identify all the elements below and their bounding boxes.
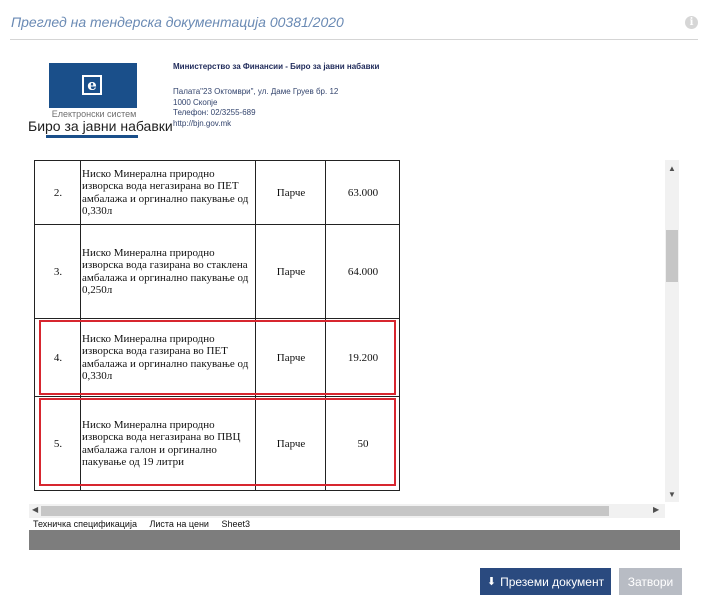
highlight-row-4 xyxy=(39,320,396,395)
scroll-right-icon[interactable]: ▶ xyxy=(653,505,659,514)
horizontal-scroll-thumb[interactable] xyxy=(41,506,609,516)
org-contact: Палата"23 Октомври", ул. Даме Груев бр. … xyxy=(173,87,338,129)
row-description: Ниско Минерална природно изворска вода г… xyxy=(80,224,256,319)
viewer-footer-bar xyxy=(29,530,680,550)
bjn-logo: e xyxy=(49,63,137,108)
logo-e-icon: e xyxy=(82,75,102,95)
close-button[interactable]: Затвори xyxy=(619,568,682,595)
row-unit: Парче xyxy=(255,224,326,319)
row-number: 2. xyxy=(34,160,81,225)
row-quantity: 63.000 xyxy=(325,160,400,225)
row-quantity: 64.000 xyxy=(325,224,400,319)
scroll-up-icon[interactable]: ▲ xyxy=(665,164,679,173)
sheet-tab[interactable]: Техничка спецификација xyxy=(33,518,137,530)
org-city: 1000 Скопје xyxy=(173,97,218,107)
document-viewer[interactable]: 2. Ниско Минерална природно изворска вод… xyxy=(29,160,680,550)
info-icon[interactable]: i xyxy=(685,16,698,29)
table-row: 2. Ниско Минерална природно изворска вод… xyxy=(34,160,400,225)
sheet-tabs: Техничка спецификација Листа на цени She… xyxy=(29,518,259,530)
row-unit: Парче xyxy=(255,160,326,225)
vertical-scrollbar[interactable]: ▲ ▼ xyxy=(665,160,679,502)
download-label: Преземи документ xyxy=(500,574,605,589)
org-name: Министерство за Финансии - Биро за јавни… xyxy=(173,62,380,71)
scroll-left-icon[interactable]: ◀ xyxy=(32,505,38,514)
dialog-title: Преглед на тендерска документација 00381… xyxy=(11,14,344,30)
horizontal-scrollbar[interactable]: ◀ ▶ xyxy=(29,504,665,518)
logo-underline xyxy=(46,135,138,138)
scroll-down-icon[interactable]: ▼ xyxy=(665,490,679,499)
sheet-tab[interactable]: Sheet3 xyxy=(221,518,250,530)
download-icon: ⬇ xyxy=(486,576,497,588)
org-web: http://bjn.gov.mk xyxy=(173,118,232,128)
download-document-button[interactable]: ⬇ Преземи документ xyxy=(480,568,611,595)
org-phone: Телефон: 02/3255-689 xyxy=(173,108,256,117)
row-description: Ниско Минерална природно изворска вода н… xyxy=(80,160,256,225)
org-address: Палата"23 Октомври", ул. Даме Груев бр. … xyxy=(173,87,339,96)
logo-name: Биро за јавни набавки xyxy=(28,118,173,134)
table-row: 3. Ниско Минерална природно изворска вод… xyxy=(34,224,400,319)
vertical-scroll-thumb[interactable] xyxy=(666,230,678,282)
row-number: 3. xyxy=(34,224,81,319)
sheet-tab[interactable]: Листа на цени xyxy=(149,518,209,530)
highlight-row-5 xyxy=(39,398,396,486)
title-divider xyxy=(10,39,698,40)
